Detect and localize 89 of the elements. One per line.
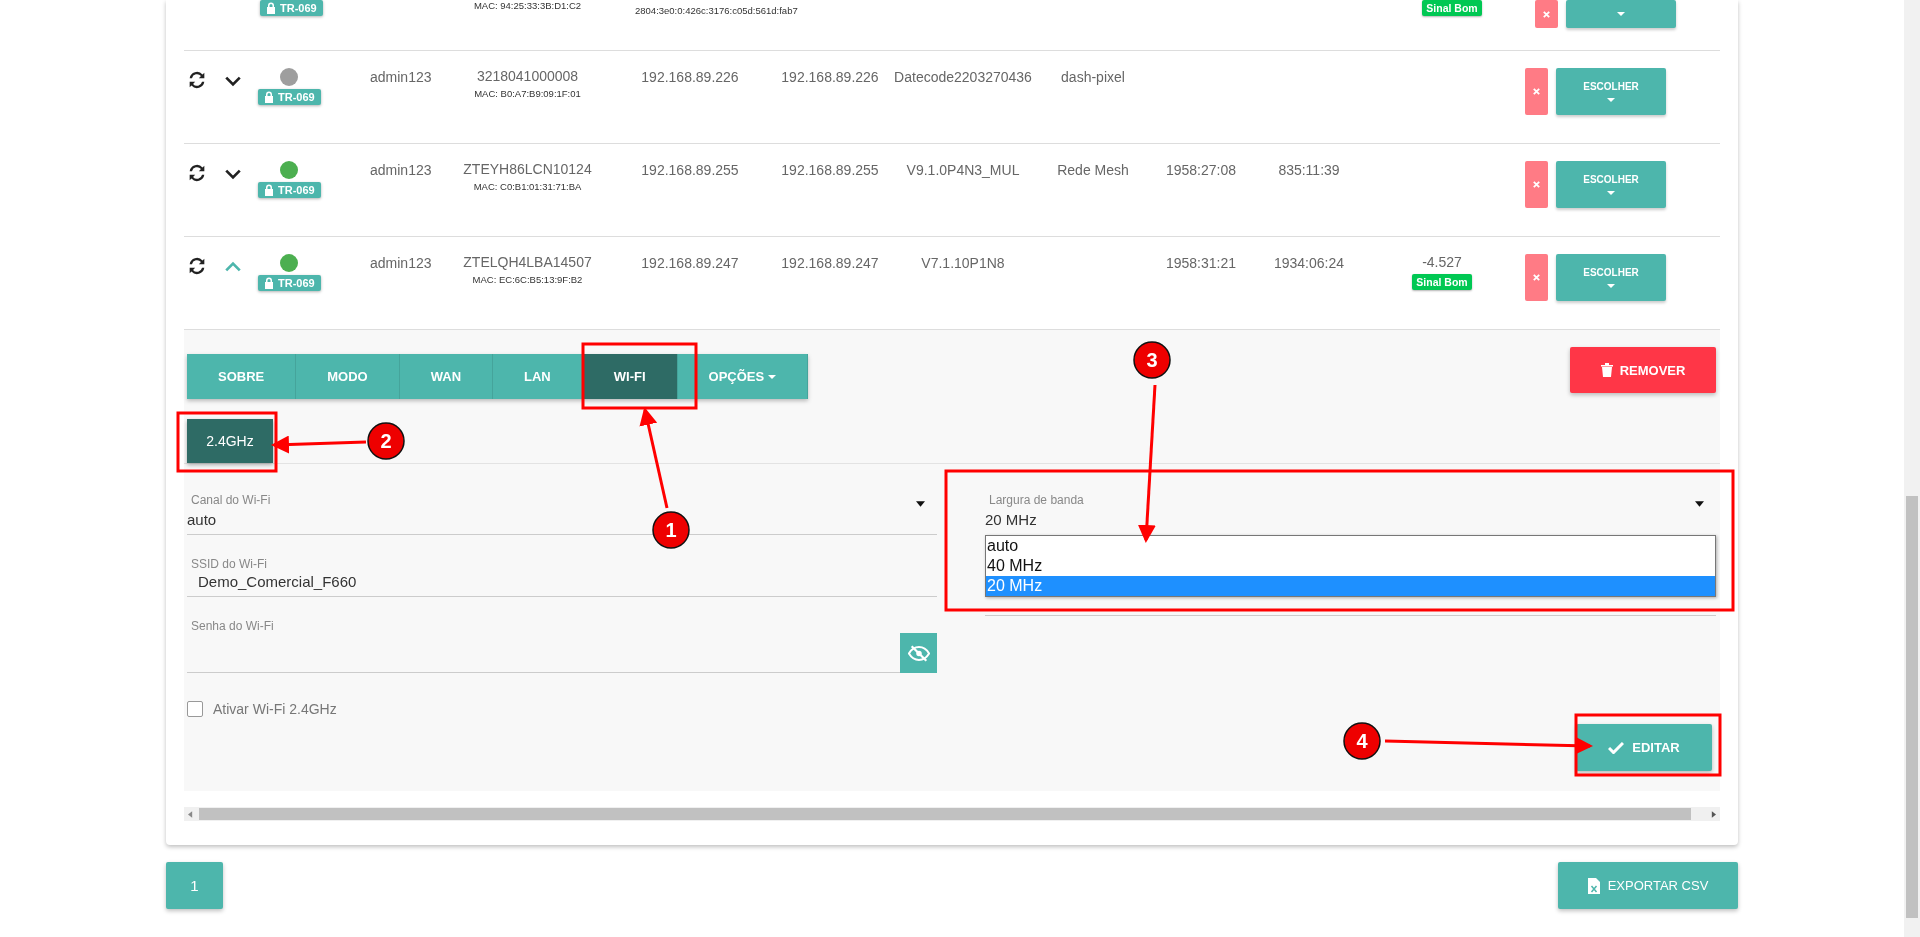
signal-badge: Sinal Bom	[1422, 0, 1482, 16]
band-button[interactable]: 2.4GHz	[187, 419, 273, 463]
scroll-right-icon[interactable]	[1711, 810, 1716, 818]
close-icon	[1542, 9, 1551, 19]
firmware-version: V9.1.0P4N3_MUL	[906, 162, 1020, 178]
choose-button[interactable]: ESCOLHER	[1556, 161, 1666, 208]
time-cell: 835:11:39	[1278, 162, 1340, 178]
username-cell: admin123	[370, 162, 432, 178]
device-name: Rede Mesh	[1057, 162, 1129, 178]
password-field[interactable]: Senha do Wi-Fi	[187, 597, 937, 673]
protocol-badge: TR-069	[258, 275, 321, 291]
caret-icon	[768, 374, 777, 379]
dropdown-arrow-icon	[916, 501, 925, 507]
tab[interactable]: WI-FI	[582, 354, 678, 399]
checkmark-icon	[1608, 741, 1625, 754]
spreadsheet-file-icon	[1587, 877, 1600, 894]
device-name: dash-pixel	[1061, 69, 1125, 85]
numbered-marker: 1	[652, 511, 690, 549]
ip-address: 192.168.89.226	[781, 69, 879, 85]
caret-icon	[1617, 12, 1625, 16]
mac-address: MAC: 94:25:33:3B:D1:C2	[473, 0, 582, 11]
page-button[interactable]: 1	[166, 862, 223, 909]
caret-icon	[1607, 98, 1615, 102]
checkbox[interactable]	[187, 701, 203, 717]
vertical-scrollbar[interactable]	[1904, 0, 1920, 937]
ip-address: 192.168.89.247	[781, 255, 879, 271]
close-icon	[1532, 180, 1541, 189]
ip-address: 192.168.89.247	[641, 255, 739, 271]
tab[interactable]: MODO	[296, 354, 400, 399]
protocol-badge: TR-069	[260, 0, 323, 16]
tab[interactable]: LAN	[493, 354, 583, 399]
numbered-marker: 2	[367, 422, 405, 460]
serial-number: 3218041000008	[476, 68, 579, 84]
scroll-left-icon[interactable]	[188, 810, 193, 818]
lock-icon	[264, 184, 274, 196]
close-icon	[1532, 87, 1541, 96]
caret-icon	[1607, 191, 1615, 195]
mac-address: MAC: C0:B1:01:31:71:BA	[473, 181, 582, 192]
chevron-down-icon[interactable]	[224, 168, 242, 180]
dropdown-arrow-icon	[1695, 501, 1704, 507]
numbered-marker: 4	[1343, 722, 1381, 760]
mac-address: MAC: EC:6C:B5:13:9F:B2	[472, 274, 583, 285]
choose-button[interactable]: ESCOLHER	[1556, 254, 1666, 301]
ip-address: 192.168.89.226	[641, 69, 739, 85]
time-cell: 1958:31:21	[1165, 255, 1237, 271]
signal-badge: Sinal Bom	[1412, 274, 1472, 290]
tab[interactable]: WAN	[399, 354, 494, 399]
protocol-badge: TR-069	[258, 89, 321, 105]
choose-button[interactable]: ESCOLHER	[1556, 68, 1666, 115]
eye-slash-icon	[907, 644, 930, 662]
serial-number: ZTEYH86LCN10124	[463, 161, 592, 177]
delete-button[interactable]	[1525, 68, 1548, 115]
dropdown-option[interactable]: 40 MHz	[986, 556, 1715, 576]
mac-address: MAC: B0:A7:B9:09:1F:01	[474, 88, 581, 99]
time-cell: 1934:06:24	[1273, 255, 1345, 271]
lock-icon	[266, 2, 276, 14]
ip-address: 192.168.89.255	[641, 162, 739, 178]
username-cell: admin123	[370, 69, 432, 85]
username-cell: admin123	[370, 255, 432, 271]
time-cell: 1958:27:08	[1165, 162, 1237, 178]
caret-icon	[1607, 284, 1615, 288]
delete-button[interactable]	[1525, 254, 1548, 301]
lock-icon	[264, 91, 274, 103]
delete-button[interactable]	[1525, 161, 1548, 208]
lock-icon	[264, 277, 274, 289]
tab[interactable]: SOBRE	[187, 354, 297, 399]
serial-number: ZTELQH4LBA14507	[463, 254, 592, 270]
dropdown-option[interactable]: 20 MHz	[986, 576, 1715, 596]
remove-button[interactable]: REMOVER	[1570, 347, 1716, 393]
export-button[interactable]: EXPORTAR CSV	[1558, 862, 1738, 909]
delete-button[interactable]	[1535, 0, 1558, 28]
edit-button[interactable]: EDITAR	[1576, 724, 1712, 771]
select-field[interactable]: Largura de banda 20 MHz	[966, 464, 1716, 528]
checkbox-label[interactable]: Ativar Wi-Fi 2.4GHz	[187, 701, 937, 717]
firmware-version: Datecode2203270436	[894, 69, 1032, 85]
dropdown-option[interactable]: auto	[986, 536, 1715, 556]
chevron-up-icon[interactable]	[224, 261, 242, 273]
chevron-down-icon[interactable]	[224, 75, 242, 87]
horizontal-scrollbar[interactable]	[184, 807, 1720, 821]
dropdown-tab[interactable]: OPÇÕES	[677, 354, 809, 399]
protocol-badge: TR-069	[258, 182, 321, 198]
trash-icon	[1600, 363, 1613, 377]
firmware-version: V7.1.10P1N8	[921, 255, 1005, 271]
numbered-marker: 3	[1133, 341, 1171, 379]
signal-value: -4.527	[1422, 254, 1462, 270]
ip-address: 192.168.89.255	[781, 162, 879, 178]
toggle-visibility-button[interactable]	[900, 633, 937, 673]
close-icon	[1532, 273, 1541, 282]
ipv6-address: 2804:3e0:0:426c:3176:c05d:561d:fab7	[635, 5, 798, 16]
